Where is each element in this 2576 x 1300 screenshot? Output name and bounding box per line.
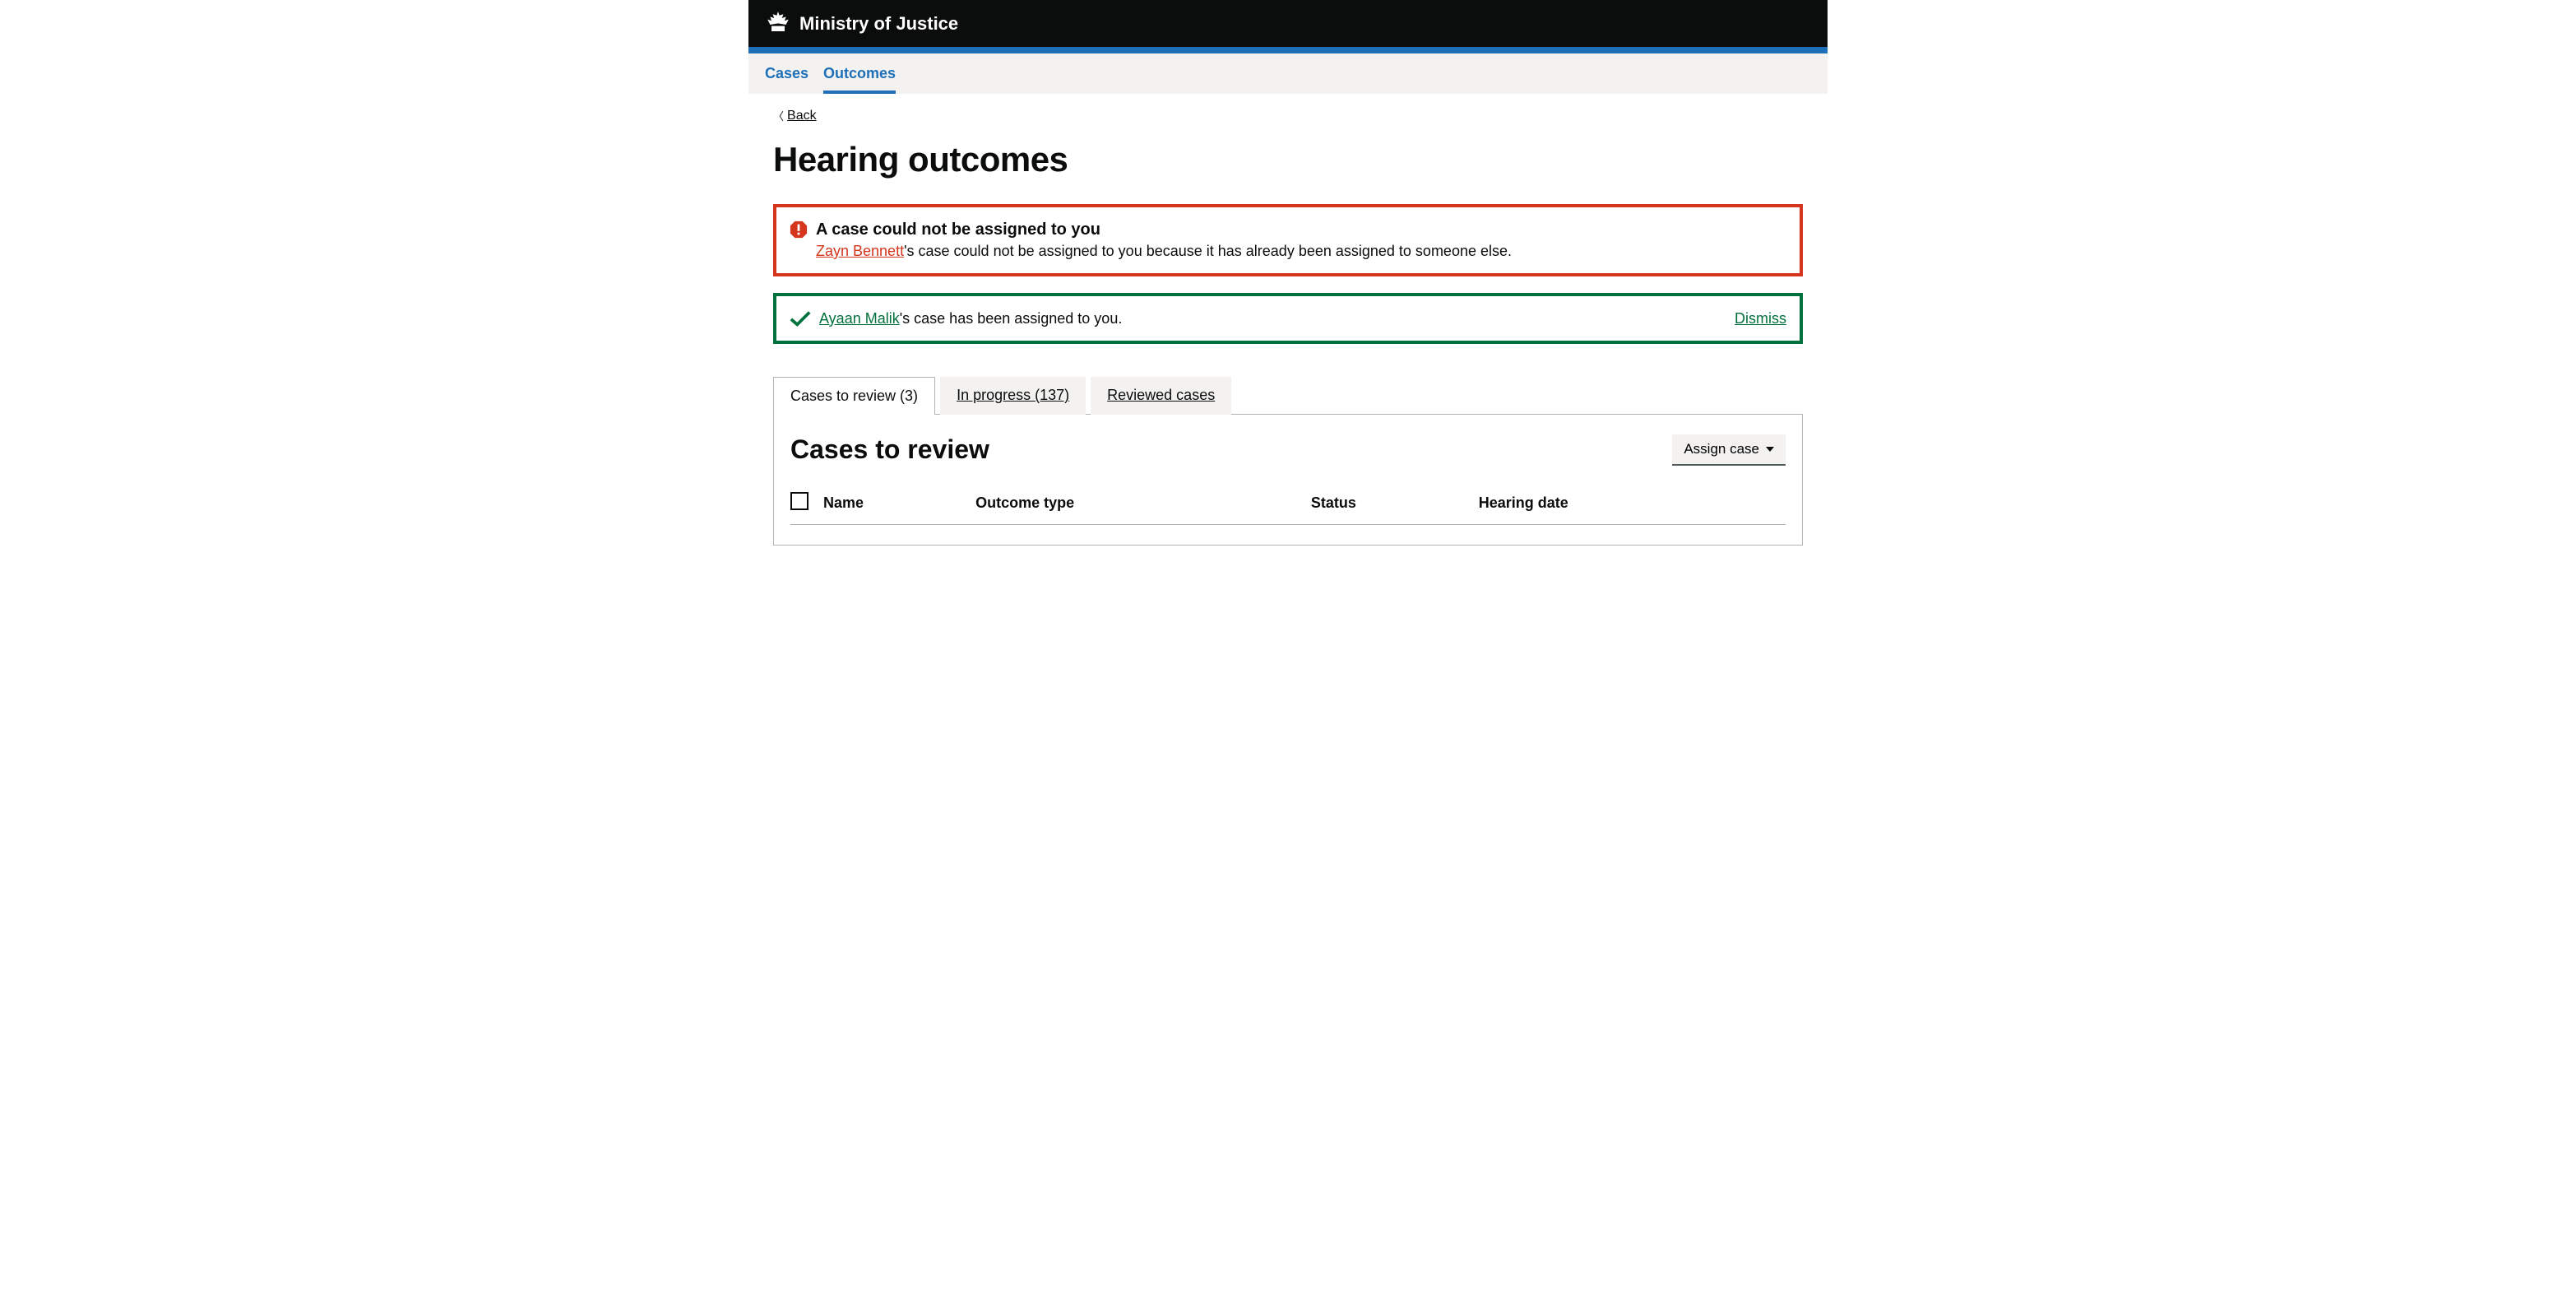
tab-in-progress[interactable]: In progress (137) [940,377,1086,415]
assign-button-label: Assign case [1684,441,1759,457]
main-content: 〈 Back Hearing outcomes A case could not… [748,95,1828,570]
col-hearing-date: Hearing date [1479,485,1786,525]
back-link[interactable]: 〈 Back [773,108,817,123]
success-message-suffix: 's case has been assigned to you. [900,310,1123,327]
success-banner-content: Ayaan Malik's case has been assigned to … [790,309,1122,327]
select-all-cell [790,485,823,525]
panel-title: Cases to review [790,434,989,465]
header-org-name: Ministry of Justice [799,13,958,35]
panel-header: Cases to review Assign case [790,434,1786,466]
cases-table: Name Outcome type Status Hearing date [790,485,1786,525]
col-status: Status [1311,485,1479,525]
error-banner-message: Zayn Bennett's case could not be assigne… [816,243,1786,260]
page-title: Hearing outcomes [773,140,1803,179]
chevron-left-icon: 〈 [773,108,784,123]
success-banner-message: Ayaan Malik's case has been assigned to … [819,310,1122,327]
error-banner-title: A case could not be assigned to you [816,221,1786,239]
success-banner: Ayaan Malik's case has been assigned to … [773,293,1803,344]
error-message-suffix: 's case could not be assigned to you bec… [904,243,1512,259]
tab-panel: Cases to review Assign case Name Out [773,414,1803,546]
error-icon [790,221,808,239]
primary-nav: Cases Outcomes [748,53,1828,95]
error-banner: A case could not be assigned to you Zayn… [773,204,1803,276]
assign-case-button[interactable]: Assign case [1672,434,1786,466]
select-all-checkbox[interactable] [790,492,808,510]
caret-down-icon [1766,447,1774,452]
crown-logo-icon [765,10,799,37]
check-icon [790,309,811,327]
nav-item-cases[interactable]: Cases [765,53,808,94]
nav-item-outcomes[interactable]: Outcomes [823,53,896,94]
global-header: Ministry of Justice [748,0,1828,47]
header-accent-bar [748,47,1828,53]
error-banner-content: A case could not be assigned to you Zayn… [816,221,1786,260]
error-case-link[interactable]: Zayn Bennett [816,243,904,259]
dismiss-link[interactable]: Dismiss [1735,310,1786,327]
tabs-list: Cases to review (3) In progress (137) Re… [773,377,1803,415]
tabs-container: Cases to review (3) In progress (137) Re… [773,377,1803,546]
back-link-label: Back [787,109,817,123]
success-case-link[interactable]: Ayaan Malik [819,310,900,327]
tab-cases-to-review[interactable]: Cases to review (3) [773,377,935,415]
col-name: Name [823,485,975,525]
col-outcome-type: Outcome type [975,485,1311,525]
table-header-row: Name Outcome type Status Hearing date [790,485,1786,525]
tab-reviewed-cases[interactable]: Reviewed cases [1091,377,1231,415]
